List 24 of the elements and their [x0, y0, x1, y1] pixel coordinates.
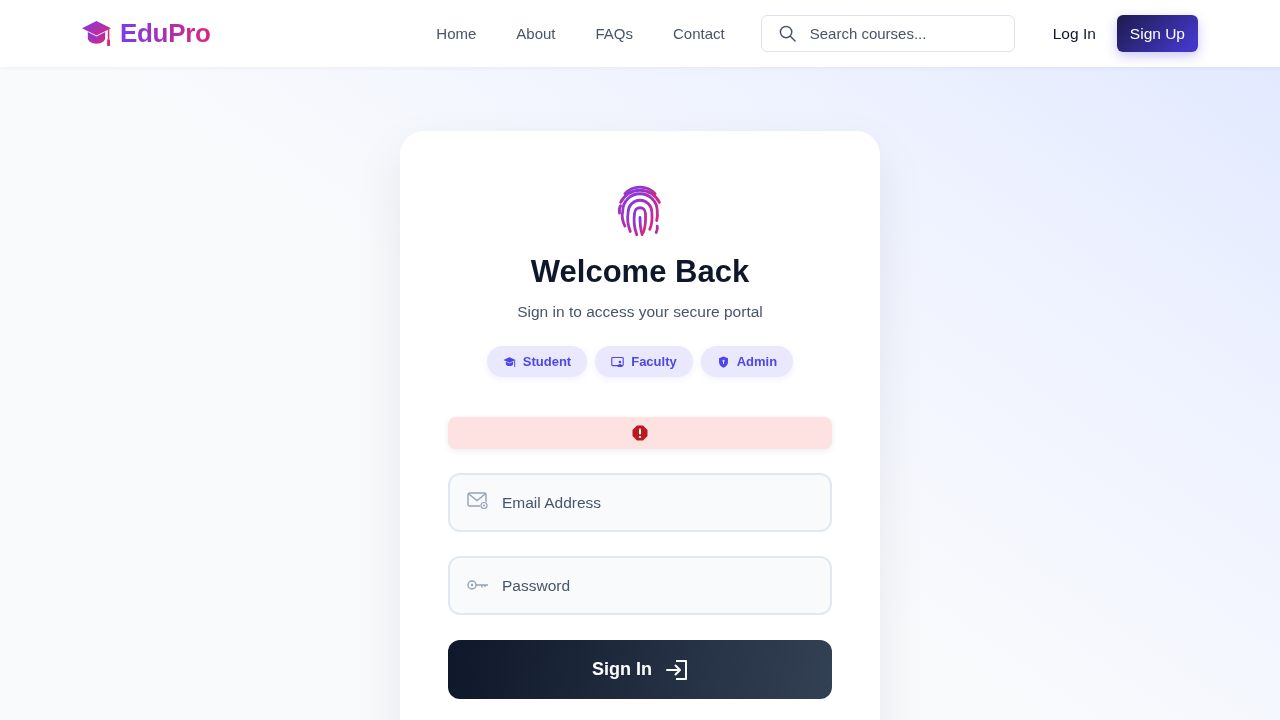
login-link[interactable]: Log In — [1052, 24, 1096, 43]
sign-in-button[interactable]: Sign In — [448, 640, 832, 699]
alert-icon — [632, 425, 648, 441]
envelope-icon — [467, 492, 489, 510]
welcome-title: Welcome Back — [530, 253, 750, 291]
role-button[interactable]: Admin — [700, 346, 794, 377]
nav-link[interactable]: Contact — [673, 25, 725, 42]
role-button[interactable]: Student — [486, 346, 588, 377]
subtitle-text: Sign in to access your secure portal — [517, 302, 763, 322]
nav-link[interactable]: Home — [436, 25, 477, 42]
presentation-board-icon — [611, 355, 625, 368]
shield-icon — [716, 355, 730, 368]
graduation-cap-icon — [502, 355, 516, 368]
signup-button[interactable]: Sign Up — [1116, 15, 1198, 52]
nav-link[interactable]: FAQs — [595, 25, 634, 42]
key-icon — [467, 579, 489, 591]
search-icon — [778, 25, 796, 42]
graduation-cap-icon — [81, 20, 112, 47]
role-button[interactable]: Faculty — [595, 346, 693, 377]
email-field[interactable]: Email Address — [448, 473, 832, 532]
nav-link[interactable]: About — [516, 25, 556, 42]
password-field[interactable]: Password — [448, 556, 832, 615]
sign-in-icon — [666, 659, 688, 680]
search-field[interactable]: Search courses... — [760, 15, 1015, 52]
